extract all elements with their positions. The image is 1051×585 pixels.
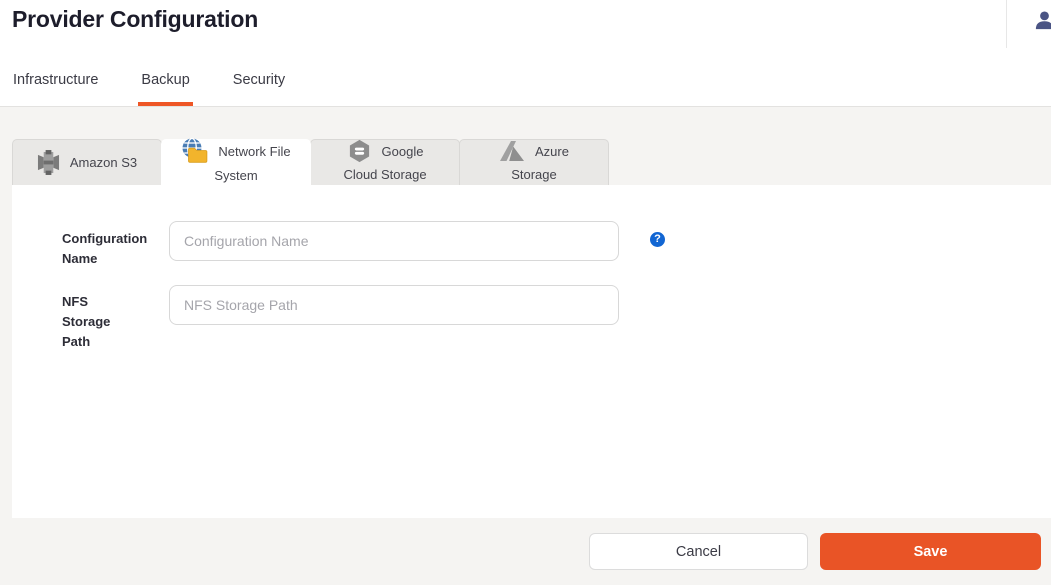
tab-network-file-system[interactable]: Network File System (161, 139, 311, 185)
google-cloud-storage-icon (347, 139, 372, 163)
user-icon-glyph (1033, 9, 1051, 32)
user-icon[interactable] (1033, 9, 1051, 32)
cancel-button[interactable]: Cancel (589, 533, 808, 570)
nfs-storage-path-input[interactable] (169, 285, 619, 325)
tab-google-cloud-storage[interactable]: Google Cloud Storage (310, 139, 460, 185)
amazon-s3-icon (37, 149, 60, 176)
tab-security[interactable]: Security (233, 72, 285, 106)
provider-tab-label: Network File (218, 140, 290, 163)
network-file-system-icon (181, 138, 208, 164)
azure-storage-icon (499, 140, 525, 162)
provider-tab-label-line2: System (214, 164, 257, 187)
nfs-storage-path-label: NFS Storage Path (62, 292, 132, 352)
help-icon[interactable]: ? (650, 232, 665, 247)
provider-tab-label-line2: Cloud Storage (343, 163, 426, 186)
provider-configuration-page: { "header": { "title": "Provider Configu… (0, 0, 1051, 585)
tab-infrastructure[interactable]: Infrastructure (13, 72, 98, 106)
provider-tab-label-line2: Storage (511, 163, 557, 186)
configuration-name-input[interactable] (169, 221, 619, 261)
provider-form-panel: Configuration Name ? NFS Storage Path (12, 185, 1051, 518)
configuration-name-label: Configuration Name (62, 229, 132, 269)
provider-tab-label: Azure (535, 140, 569, 163)
tab-amazon-s3[interactable]: Amazon S3 (12, 139, 162, 185)
tab-backup[interactable]: Backup (141, 72, 189, 106)
main-nav: Infrastructure Backup Security (13, 72, 285, 106)
header-divider (1006, 0, 1007, 48)
save-button[interactable]: Save (820, 533, 1041, 570)
provider-tabbar: Amazon S3 Network File System (12, 139, 608, 185)
footer-action-bar: Cancel Save (0, 518, 1051, 585)
page-title: Provider Configuration (12, 6, 258, 33)
tab-azure-storage[interactable]: Azure Storage (459, 139, 609, 185)
header: Provider Configuration Infrastructure Ba… (0, 0, 1051, 107)
provider-tab-label: Google (382, 140, 424, 163)
provider-tab-label: Amazon S3 (70, 151, 137, 174)
